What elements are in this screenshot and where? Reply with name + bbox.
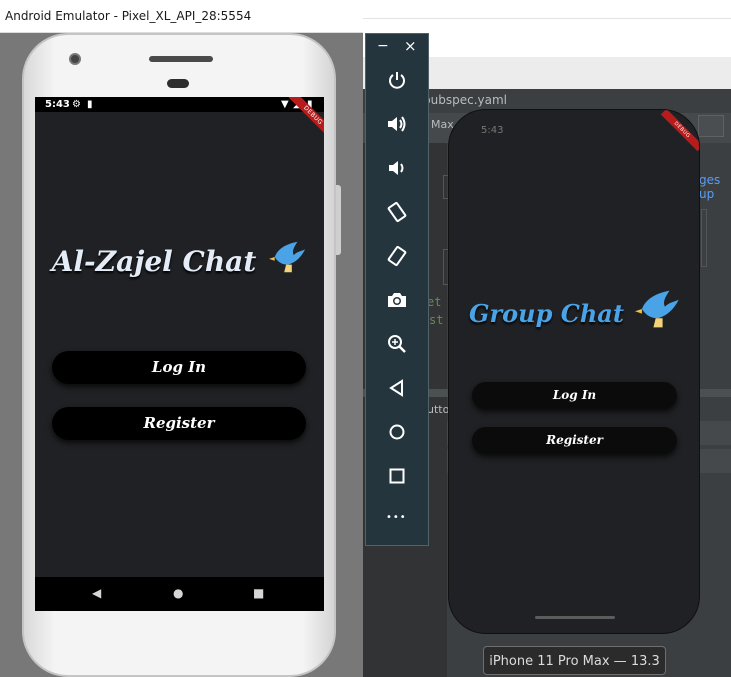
ide-device-dropdown[interactable]: Max <box>431 118 454 131</box>
proximity-sensor <box>167 79 189 88</box>
dove-icon <box>269 241 306 273</box>
app-title-row: Al-Zajel Chat <box>35 237 324 278</box>
emulator-title: Android Emulator - Pixel_XL_API_28:5554 <box>5 9 252 23</box>
ide-link-text[interactable]: ges up <box>699 173 731 201</box>
ios-title-row: Group Chat <box>449 284 699 334</box>
android-status-bar: 5:43 ⚙ ▮ ▼ ◢ ▮ <box>35 97 324 112</box>
gear-icon: ⚙ <box>72 99 81 110</box>
login-button[interactable]: Log In <box>52 351 306 384</box>
ide-dropdown-arrow[interactable] <box>698 115 724 137</box>
home-nav-icon[interactable]: ● <box>173 586 183 600</box>
app-title: Al-Zajel Chat <box>51 245 257 278</box>
ios-register-button[interactable]: Register <box>472 427 677 454</box>
overview-icon <box>389 468 405 484</box>
rotate-right-icon <box>387 245 407 267</box>
wifi-icon: ▼ <box>281 99 289 110</box>
ios-login-button[interactable]: Log In <box>472 382 677 409</box>
home-icon <box>389 424 405 440</box>
zoom-icon <box>388 335 406 353</box>
rotate-right-button[interactable] <box>380 242 414 270</box>
close-button[interactable]: × <box>404 37 417 55</box>
volume-up-icon <box>388 116 406 132</box>
power-button[interactable] <box>380 66 414 94</box>
iphone-simulator: 5:43 DEBUG Group Chat Log In Register <box>448 109 700 634</box>
android-nav-bar: ◀ ● ■ <box>35 577 324 611</box>
home-button[interactable] <box>380 418 414 446</box>
emulator-toolbar: − × ••• <box>365 33 429 546</box>
dove-icon <box>635 290 679 328</box>
front-camera <box>69 53 81 65</box>
back-button[interactable] <box>380 374 414 402</box>
pixel-side-button <box>336 185 341 255</box>
overview-nav-icon[interactable]: ■ <box>253 586 264 600</box>
volume-down-icon <box>389 161 404 175</box>
ide-code-line-2: st <box>429 313 444 327</box>
earpiece-speaker <box>149 56 213 62</box>
zoom-button[interactable] <box>380 330 414 358</box>
power-icon <box>389 72 405 89</box>
ios-status-time: 5:43 <box>481 125 504 136</box>
simulator-device-label: iPhone 11 Pro Max — 13.3 <box>483 646 666 675</box>
overview-button[interactable] <box>380 462 414 490</box>
volume-down-button[interactable] <box>380 154 414 182</box>
status-time: 5:43 <box>45 99 70 110</box>
ide-file-tab[interactable]: pubspec.yaml <box>423 93 507 107</box>
sd-card-icon: ▮ <box>87 99 93 110</box>
android-screen: 5:43 ⚙ ▮ ▼ ◢ ▮ DEBUG Al-Zajel Chat Log I… <box>35 97 324 611</box>
ios-app-title: Group Chat <box>468 299 624 328</box>
rotate-left-icon <box>387 201 407 223</box>
volume-up-button[interactable] <box>380 110 414 138</box>
ios-home-indicator[interactable] <box>535 616 615 619</box>
ide-box-3 <box>701 209 707 267</box>
back-icon <box>389 379 403 397</box>
more-button[interactable]: ••• <box>386 512 407 523</box>
ide-code-line-1: et <box>427 295 442 309</box>
camera-icon <box>388 293 406 307</box>
ide-panel-text: utto <box>427 403 450 416</box>
register-button[interactable]: Register <box>52 407 306 440</box>
screenshot-button[interactable] <box>380 286 414 314</box>
minimize-button[interactable]: − <box>377 38 389 54</box>
rotate-left-button[interactable] <box>380 198 414 226</box>
back-nav-icon[interactable]: ◀ <box>92 586 101 600</box>
